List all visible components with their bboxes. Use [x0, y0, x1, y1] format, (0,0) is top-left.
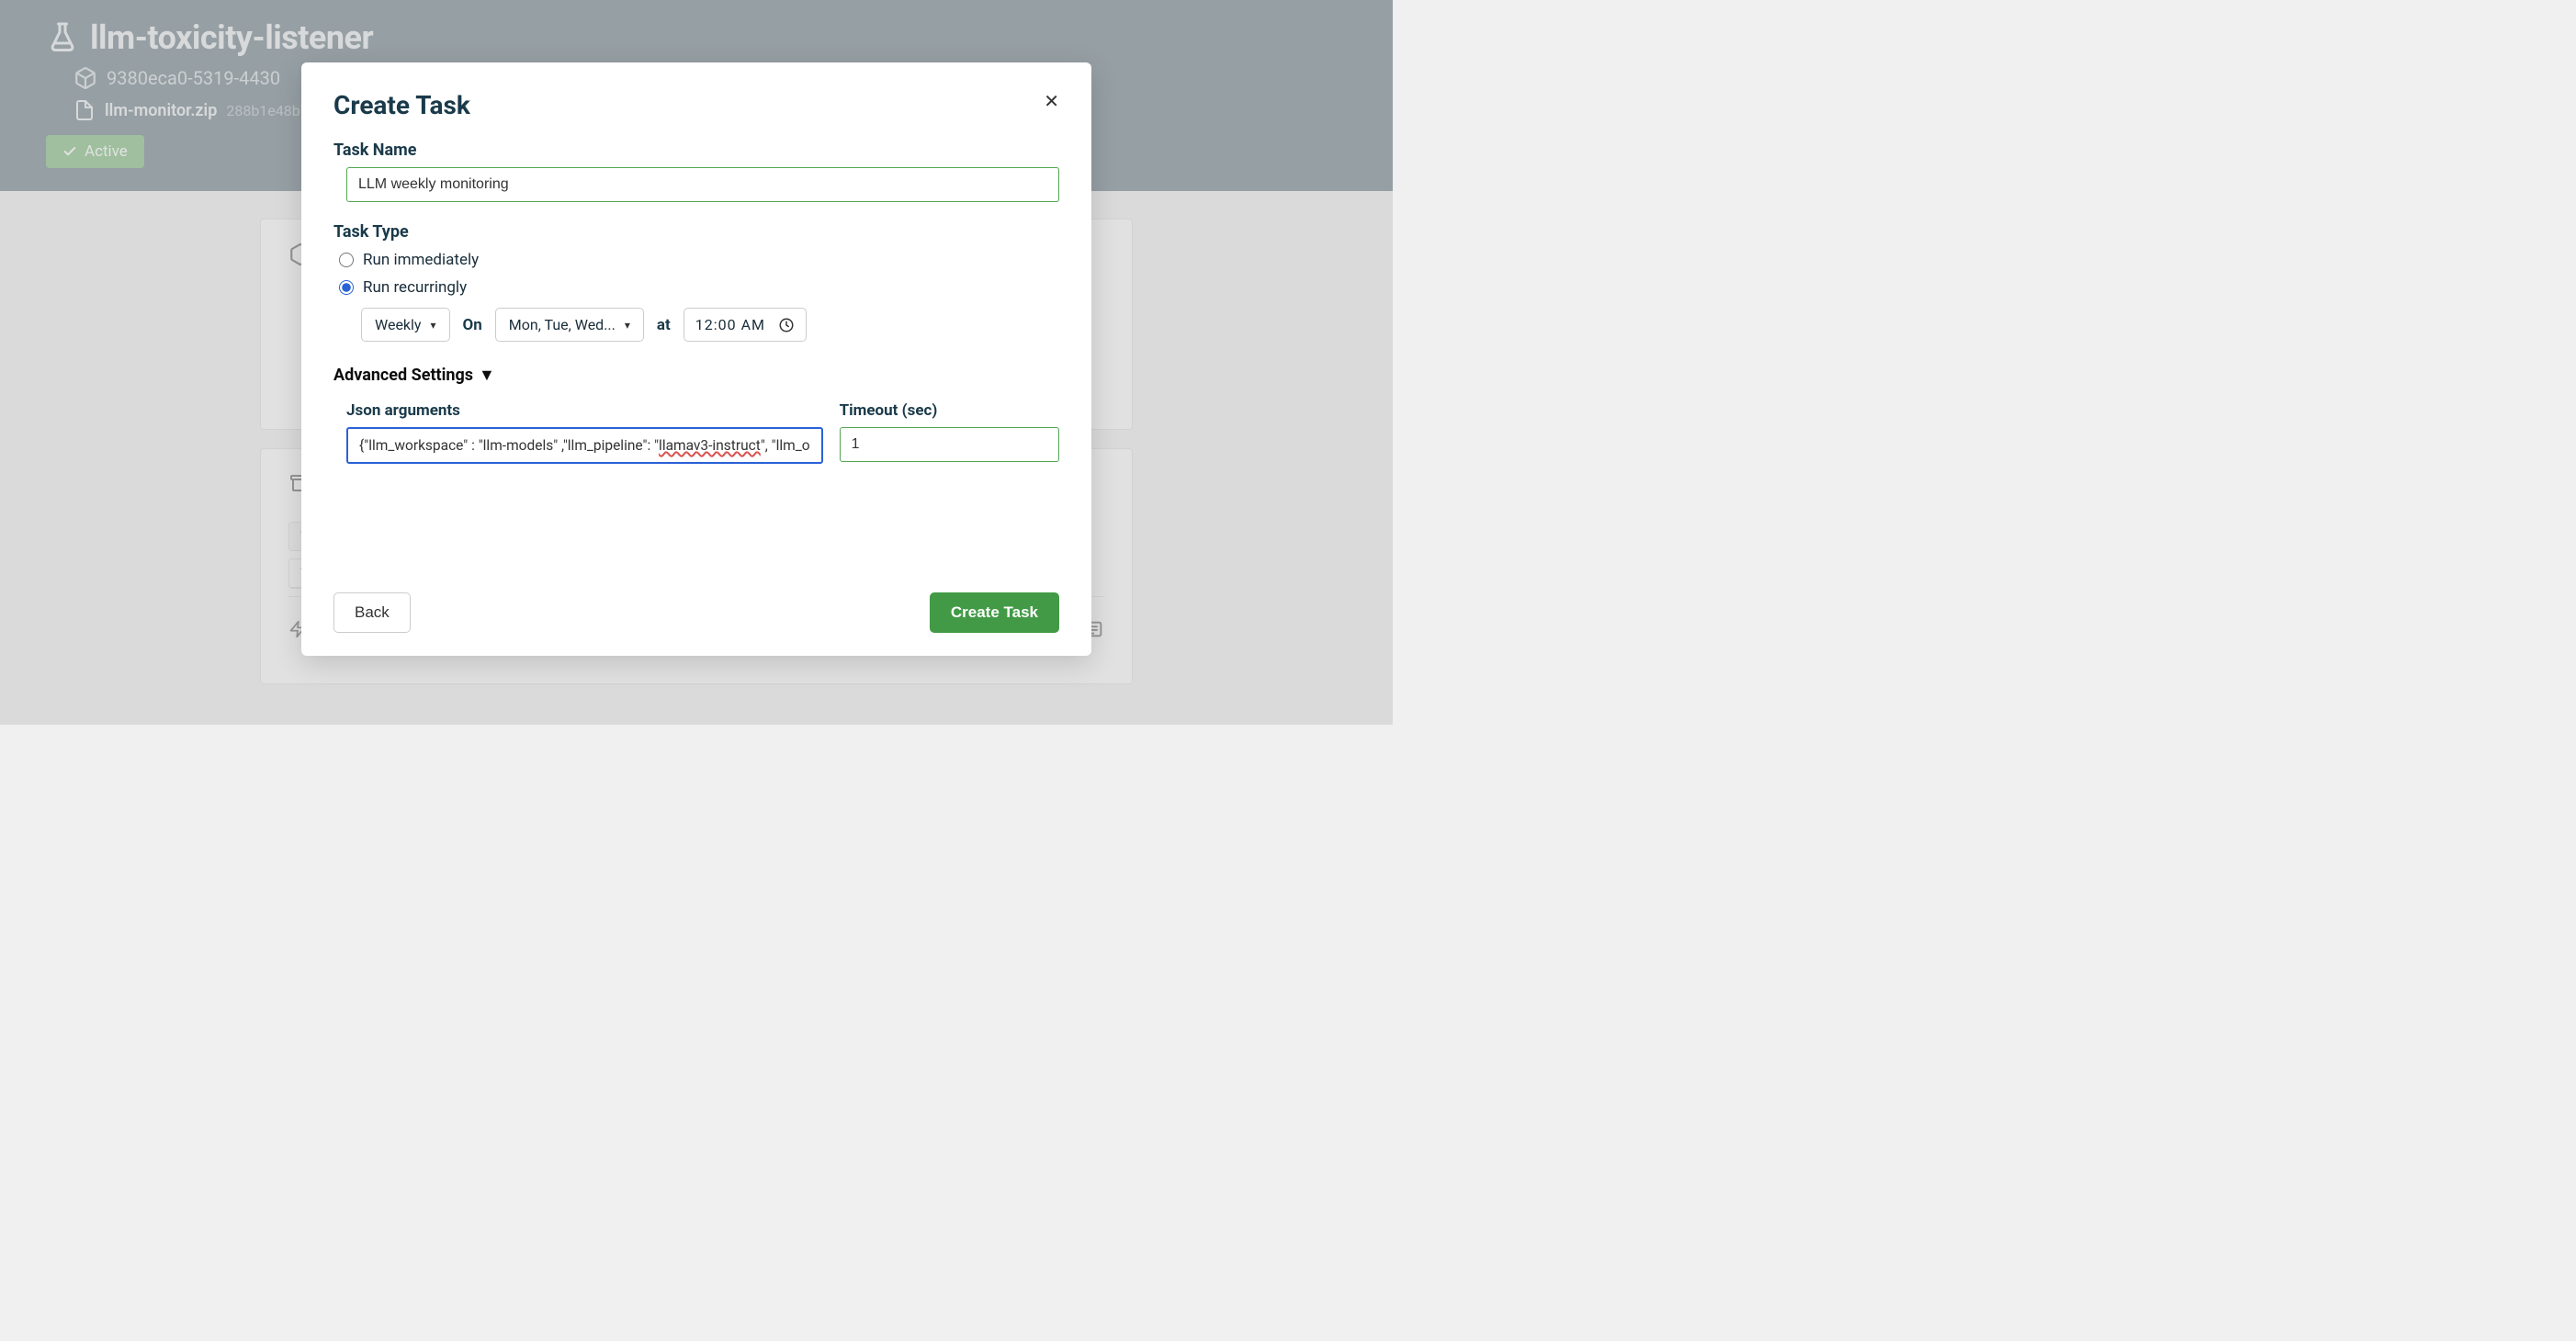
radio-immediate-input[interactable] — [339, 253, 354, 267]
schedule-row: Weekly ▾ On Mon, Tue, Wed... ▾ at 12:00 … — [361, 308, 1059, 342]
radio-run-recurringly[interactable]: Run recurringly — [339, 278, 1059, 297]
task-type-label: Task Type — [333, 222, 1059, 242]
json-args-label: Json arguments — [346, 401, 823, 420]
timeout-label: Timeout (sec) — [840, 401, 1059, 420]
radio-recurring-label: Run recurringly — [363, 278, 467, 297]
back-button[interactable]: Back — [333, 592, 411, 633]
advanced-settings-toggle[interactable]: Advanced Settings ▼ — [333, 366, 1059, 385]
radio-run-immediately[interactable]: Run immediately — [339, 251, 1059, 269]
advanced-label: Advanced Settings — [333, 366, 473, 385]
timeout-input[interactable] — [840, 427, 1059, 462]
triangle-down-icon: ▼ — [479, 366, 495, 385]
days-select[interactable]: Mon, Tue, Wed... ▾ — [495, 308, 644, 342]
task-name-label: Task Name — [333, 141, 1059, 160]
create-task-modal: Create Task ✕ Task Name Task Type Run im… — [301, 62, 1091, 656]
time-value: 12:00 AM — [695, 316, 765, 333]
close-icon[interactable]: ✕ — [1044, 90, 1059, 113]
modal-title: Create Task — [333, 90, 470, 120]
at-label: at — [657, 316, 671, 334]
json-args-input[interactable]: {"llm_workspace" : "llm-models" ,"llm_pi… — [346, 427, 823, 464]
frequency-value: Weekly — [375, 316, 422, 333]
clock-icon — [778, 317, 795, 333]
radio-recurring-input[interactable] — [339, 280, 354, 295]
time-input[interactable]: 12:00 AM — [684, 308, 807, 342]
on-label: On — [463, 316, 482, 334]
chevron-down-icon: ▾ — [625, 319, 630, 332]
task-name-input[interactable] — [346, 167, 1059, 202]
frequency-select[interactable]: Weekly ▾ — [361, 308, 450, 342]
days-value: Mon, Tue, Wed... — [509, 316, 616, 333]
chevron-down-icon: ▾ — [431, 319, 436, 332]
radio-immediate-label: Run immediately — [363, 251, 479, 269]
create-task-button[interactable]: Create Task — [930, 592, 1059, 633]
